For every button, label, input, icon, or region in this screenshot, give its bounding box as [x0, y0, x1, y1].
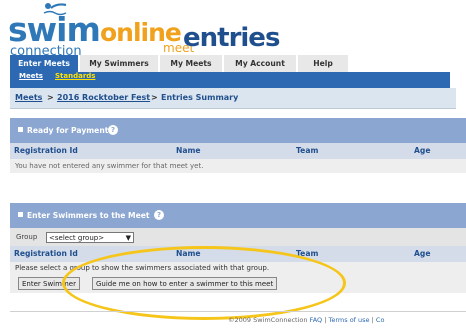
help-icon[interactable]: ? [154, 210, 164, 220]
ready-table-header: Registration Id Name Team Age [10, 143, 466, 159]
ready-for-payment-panel: Ready for Payment ? Registration Id Name… [10, 118, 466, 173]
chevron-down-icon: ▼ [125, 234, 131, 242]
tab-my-meets[interactable]: My Meets [160, 55, 222, 72]
footer: ©2009 SwimConnection FAQ | Terms of use … [228, 316, 466, 324]
column-header-name: Name [176, 146, 201, 155]
ready-panel-header: Ready for Payment ? [10, 118, 466, 143]
group-filter-row: Group <select group> ▼ [10, 228, 466, 246]
ready-empty-row: You have not entered any swimmer for tha… [10, 159, 466, 173]
breadcrumb-meet-link[interactable]: 2016 Rocktober Fest [57, 88, 150, 108]
footer-faq-link[interactable]: FAQ [310, 316, 323, 324]
logo-entries-text: entries [183, 23, 280, 53]
footer-separator: | [324, 316, 327, 324]
breadcrumb-current: Entries Summary [161, 93, 239, 102]
main-tabs: Enter Meets My Swimmers My Meets My Acco… [10, 55, 352, 72]
ready-panel-title: Ready for Payment [27, 126, 109, 135]
panel-bullet-icon [18, 127, 23, 132]
column-header-team: Team [296, 249, 319, 258]
sub-navigation: Meets Standards [10, 72, 450, 88]
group-select[interactable]: <select group> ▼ [46, 232, 134, 243]
footer-separator: | [371, 316, 374, 324]
breadcrumb-separator: > [151, 93, 158, 102]
footer-contact-link[interactable]: Co [376, 316, 385, 324]
subnav-meets-link[interactable]: Meets [19, 72, 43, 88]
enter-table-header: Registration Id Name Team Age [10, 246, 466, 262]
group-label: Group [16, 233, 38, 241]
tab-my-account[interactable]: My Account [224, 55, 296, 72]
enter-swimmer-button[interactable]: Enter Swimmer [18, 277, 80, 290]
ready-empty-message: You have not entered any swimmer for tha… [15, 162, 204, 170]
panel-bullet-icon [18, 212, 23, 217]
column-header-age: Age [414, 249, 431, 258]
guide-me-button[interactable]: Guide me on how to enter a swimmer to th… [92, 277, 278, 290]
tab-enter-meets[interactable]: Enter Meets [10, 55, 78, 72]
column-header-registration-id: Registration Id [14, 146, 78, 155]
breadcrumb-meets-link[interactable]: Meets [15, 88, 42, 108]
column-header-age: Age [414, 146, 431, 155]
footer-divider [10, 311, 466, 312]
enter-instruction-message: Please select a group to show the swimme… [15, 264, 270, 272]
enter-panel-title: Enter Swimmers to the Meet [27, 211, 150, 220]
help-icon[interactable]: ? [108, 125, 118, 135]
breadcrumb: Meets > 2016 Rocktober Fest > Entries Su… [10, 88, 456, 109]
enter-swimmers-panel: Enter Swimmers to the Meet ? Group <sele… [10, 203, 466, 293]
tab-help[interactable]: Help [298, 55, 348, 72]
group-select-value: <select group> [49, 234, 105, 242]
site-logo[interactable]: swim online meet entries connection [8, 2, 280, 59]
enter-panel-header: Enter Swimmers to the Meet ? [10, 203, 466, 228]
enter-instruction-row: Please select a group to show the swimme… [10, 262, 466, 275]
tab-my-swimmers[interactable]: My Swimmers [80, 55, 158, 72]
column-header-name: Name [176, 249, 201, 258]
enter-button-row: Enter Swimmer Guide me on how to enter a… [10, 275, 466, 293]
breadcrumb-separator: > [47, 93, 54, 102]
subnav-standards-link[interactable]: Standards [55, 72, 95, 88]
footer-copyright: ©2009 SwimConnection [228, 316, 308, 324]
column-header-registration-id: Registration Id [14, 249, 78, 258]
column-header-team: Team [296, 146, 319, 155]
footer-terms-link[interactable]: Terms of use [329, 316, 370, 324]
